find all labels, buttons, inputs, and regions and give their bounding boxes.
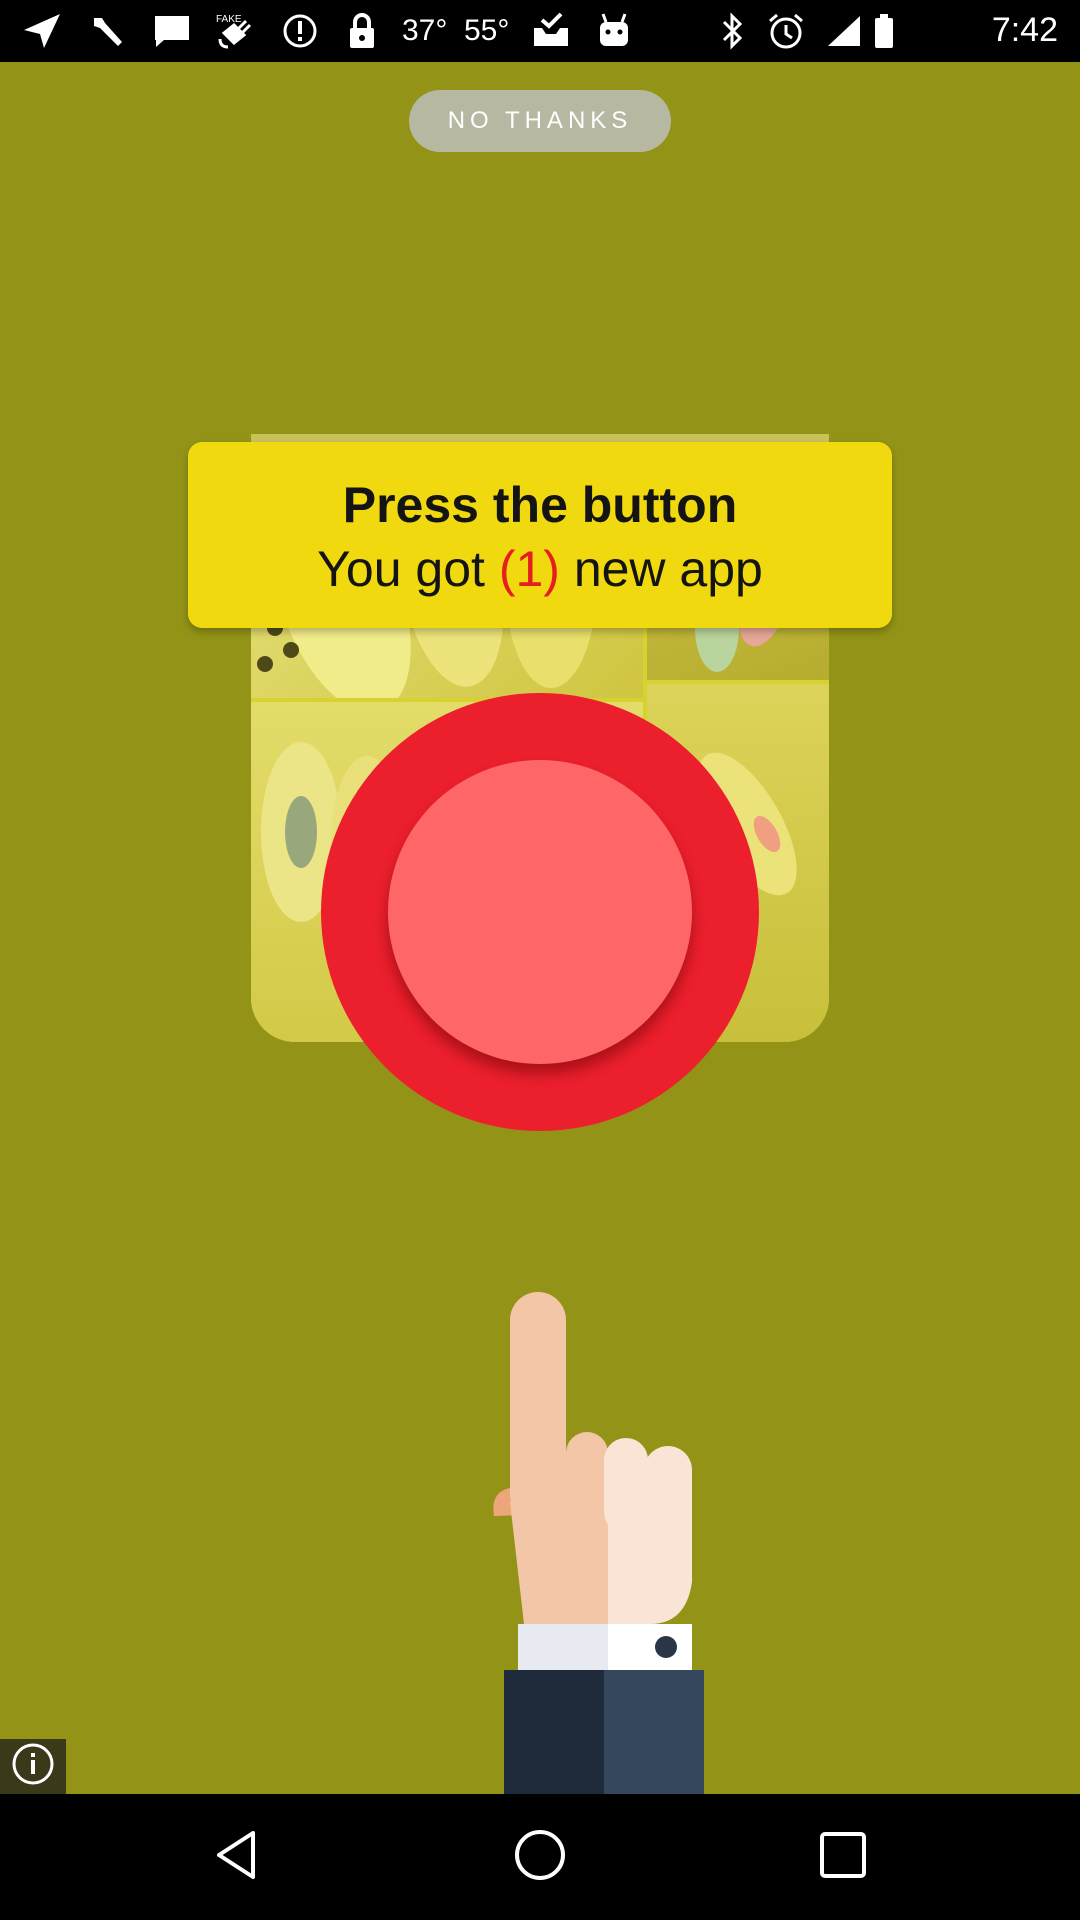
bluetooth-icon <box>716 12 748 50</box>
app-count: (1) <box>498 541 560 597</box>
info-button[interactable] <box>0 1739 66 1794</box>
svg-text:FAKE: FAKE <box>216 14 242 25</box>
no-thanks-button[interactable]: NO THANKS <box>409 90 671 152</box>
signal-icon <box>824 12 864 50</box>
banner-title: Press the button <box>342 477 738 533</box>
battery-icon <box>872 12 896 50</box>
pointing-hand-icon <box>480 1292 720 1794</box>
navigation-bar <box>0 1794 1080 1920</box>
home-icon <box>512 1827 568 1888</box>
message-suffix: new app <box>559 541 763 597</box>
info-icon <box>11 1742 55 1791</box>
recents-icon <box>815 1827 871 1888</box>
lock-icon <box>344 12 380 50</box>
inbox-icon <box>530 12 572 50</box>
banner-message: You got (1) new app <box>188 540 892 598</box>
send-icon <box>22 12 62 50</box>
prompt-banner: Press the button You got (1) new app <box>188 442 892 628</box>
back-icon <box>209 1827 265 1888</box>
temperature-1: 37° <box>402 14 448 47</box>
android-icon <box>594 12 634 50</box>
status-bar: FAKE 37° 55° 7:42 <box>0 0 1080 62</box>
alert-icon <box>280 12 320 50</box>
promo-screen: NO THANKS Press the button You got (1) n… <box>0 62 1080 1794</box>
chat-icon <box>152 12 192 50</box>
home-button[interactable] <box>507 1824 573 1890</box>
clock: 7:42 <box>991 11 1058 49</box>
message-prefix: You got <box>317 541 499 597</box>
recents-button[interactable] <box>810 1824 876 1890</box>
big-red-button-center[interactable] <box>388 760 692 1064</box>
wrench-icon <box>88 12 128 50</box>
fake-gps-icon: FAKE <box>212 12 258 50</box>
temperature-2: 55° <box>464 14 510 47</box>
alarm-icon <box>766 12 806 50</box>
back-button[interactable] <box>204 1824 270 1890</box>
